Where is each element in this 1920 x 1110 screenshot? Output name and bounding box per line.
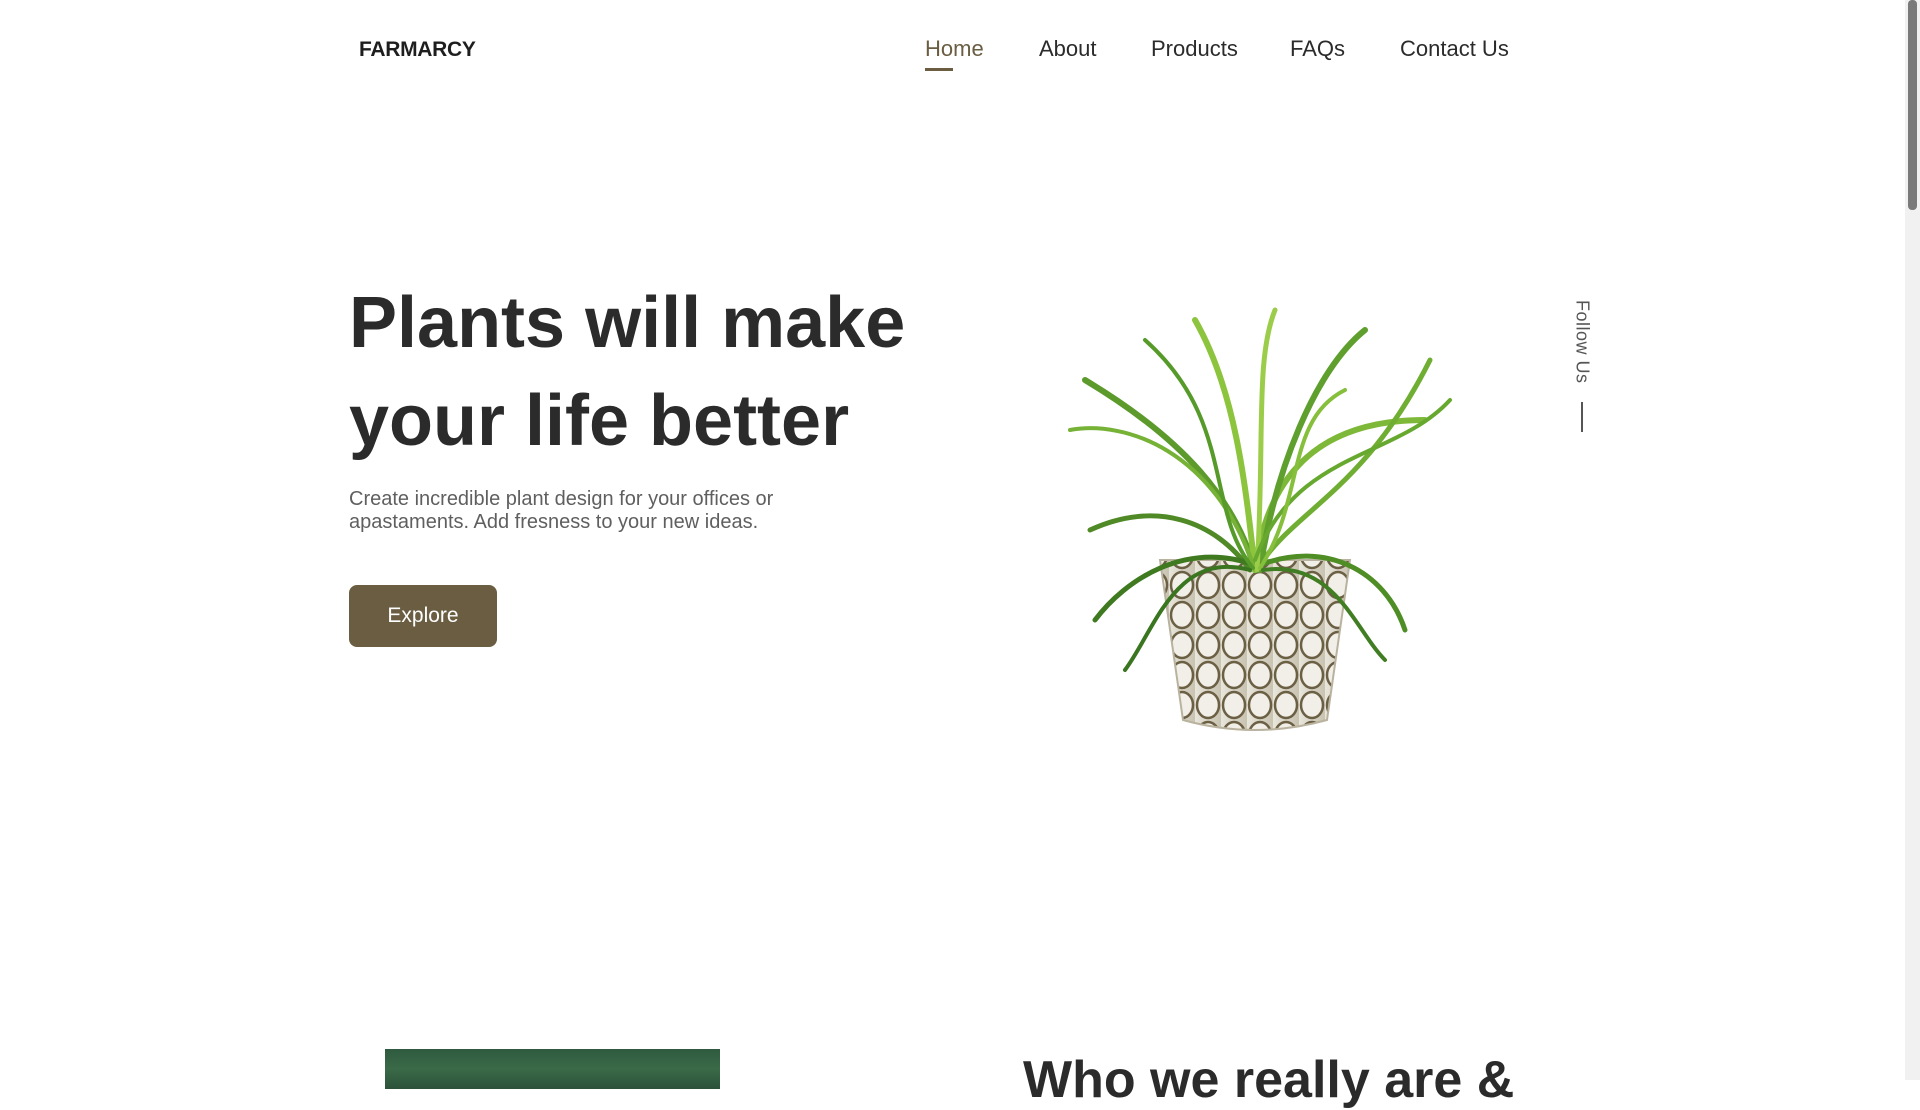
main-nav: Home About Products FAQs Contact Us xyxy=(0,36,1920,76)
nav-link-contact[interactable]: Contact Us xyxy=(1400,36,1509,62)
nav-link-products[interactable]: Products xyxy=(1151,36,1238,62)
nav-link-about[interactable]: About xyxy=(1039,36,1097,62)
nav-link-home[interactable]: Home xyxy=(925,36,984,71)
scrollbar-thumb[interactable] xyxy=(1908,0,1917,210)
follow-us[interactable]: Follow Us xyxy=(1570,300,1594,432)
follow-us-divider xyxy=(1581,401,1583,432)
potted-plant-image xyxy=(1068,307,1452,731)
hero-description: Create incredible plant design for your … xyxy=(349,488,774,533)
nav-link-faqs[interactable]: FAQs xyxy=(1290,36,1345,62)
hero-title-line-1: Plants will make xyxy=(349,283,906,363)
hero-title: Plants will make your life better xyxy=(349,274,969,470)
about-image xyxy=(385,1049,720,1089)
about-title: Who we really are & xyxy=(1023,1051,1515,1109)
explore-button[interactable]: Explore xyxy=(349,585,497,647)
follow-us-label: Follow Us xyxy=(1572,300,1593,384)
hero-title-line-2: your life better xyxy=(349,381,850,461)
